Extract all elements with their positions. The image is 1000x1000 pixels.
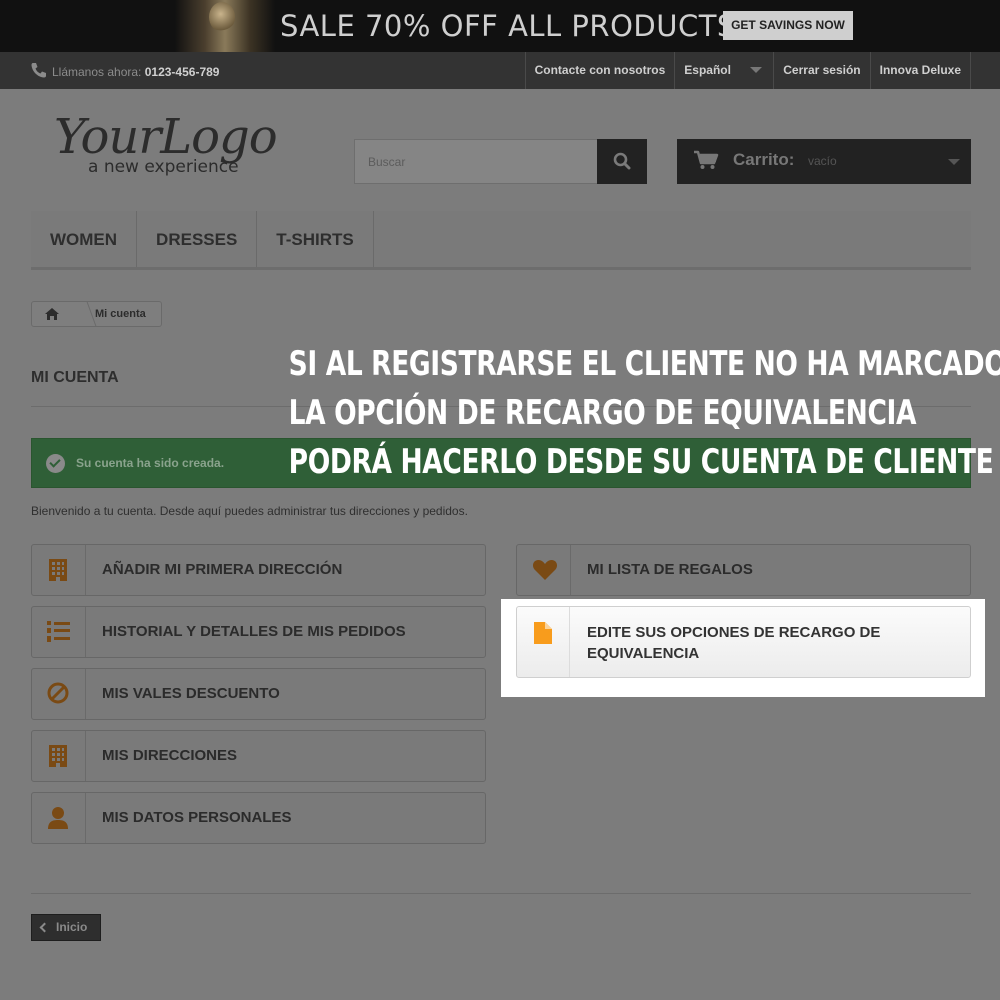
promo-text: SALE 70% OFF ALL PRODUCTS	[280, 9, 736, 43]
button-label: MIS DIRECCIONES	[102, 747, 238, 764]
phone-info: Llámanos ahora: 0123-456-789	[30, 61, 219, 81]
caption-line: SI AL REGISTRARSE EL CLIENTE NO HA MARCA…	[288, 344, 1000, 384]
chevron-left-icon	[39, 922, 50, 933]
vouchers-button[interactable]: MIS VALES DESCUENTO	[31, 668, 486, 720]
divider	[31, 893, 971, 894]
top-nav: Contacte con nosotros Español Cerrar ses…	[524, 52, 971, 89]
language-select[interactable]: Español	[674, 52, 773, 89]
list-ol-icon	[47, 621, 70, 642]
file-icon	[534, 622, 552, 644]
button-label: AÑADIR MI PRIMERA DIRECCIÓN	[102, 561, 343, 578]
search-button[interactable]	[597, 139, 647, 184]
menu-item-dresses[interactable]: DRESSES	[137, 211, 258, 267]
search-input[interactable]	[354, 139, 598, 184]
language-label: Español	[684, 63, 731, 77]
home-button[interactable]: Inicio	[31, 914, 101, 941]
promo-banner: SALE 70% OFF ALL PRODUCTS GET SAVINGS NO…	[0, 0, 1000, 52]
button-label: MIS VALES DESCUENTO	[102, 685, 280, 702]
caption-line: PODRÁ HACERLO DESDE SU CUENTA DE CLIENTE	[288, 442, 994, 482]
get-savings-button[interactable]: GET SAVINGS NOW	[723, 11, 853, 40]
phone-icon	[30, 61, 48, 79]
overlay-caption: SI AL REGISTRARSE EL CLIENTE NO HA MARCA…	[288, 340, 1000, 487]
site-logo[interactable]: YourLogo a new experience	[54, 109, 294, 179]
button-label: MIS DATOS PERSONALES	[102, 809, 292, 826]
cart-icon	[694, 150, 719, 169]
addresses-button[interactable]: MIS DIRECCIONES	[31, 730, 486, 782]
add-first-address-button[interactable]: AÑADIR MI PRIMERA DIRECCIÓN	[31, 544, 486, 596]
equivalence-surcharge-button[interactable]: EDITE SUS OPCIONES DE RECARGO DE EQUIVAL…	[516, 606, 971, 678]
logo-tagline: a new experience	[88, 157, 239, 177]
cart-dropdown[interactable]: Carrito: vacío	[677, 139, 971, 184]
home-icon[interactable]	[44, 307, 60, 321]
breadcrumb-current: Mi cuenta	[95, 308, 146, 320]
menu-item-tshirts[interactable]: T-SHIRTS	[257, 211, 374, 267]
main-menu: WOMEN DRESSES T-SHIRTS	[31, 211, 971, 270]
personal-info-button[interactable]: MIS DATOS PERSONALES	[31, 792, 486, 844]
user-icon	[48, 807, 68, 829]
logout-link[interactable]: Cerrar sesión	[773, 52, 869, 89]
welcome-text: Bienvenido a tu cuenta. Desde aquí puede…	[31, 504, 468, 518]
chevron-down-icon	[750, 67, 763, 73]
search-icon	[613, 152, 631, 170]
promo-model-photo	[175, 0, 275, 52]
check-circle-icon	[46, 454, 65, 473]
page-title: MI CUENTA	[31, 369, 119, 386]
wishlist-button[interactable]: MI LISTA DE REGALOS	[516, 544, 971, 596]
ban-icon	[47, 682, 69, 704]
building-icon	[49, 745, 67, 767]
page-content: YourLogo a new experience Carrito: vacío…	[0, 89, 1000, 1000]
menu-item-women[interactable]: WOMEN	[31, 211, 138, 267]
button-label: MI LISTA DE REGALOS	[587, 561, 753, 578]
phone-label: Llámanos ahora:	[52, 65, 142, 79]
top-bar: Llámanos ahora: 0123-456-789 Contacte co…	[0, 52, 1000, 89]
order-history-button[interactable]: HISTORIAL Y DETALLES DE MIS PEDIDOS	[31, 606, 486, 658]
button-label: HISTORIAL Y DETALLES DE MIS PEDIDOS	[102, 623, 406, 640]
chevron-down-icon	[948, 159, 960, 165]
breadcrumb: Mi cuenta	[31, 301, 162, 327]
button-label: EDITE SUS OPCIONES DE RECARGO DE EQUIVAL…	[587, 624, 881, 662]
heart-icon	[532, 560, 558, 580]
alert-message: Su cuenta ha sido creada.	[76, 456, 225, 470]
phone-number: 0123-456-789	[144, 65, 220, 79]
cart-label: Carrito:	[733, 150, 795, 169]
home-button-label: Inicio	[56, 920, 88, 934]
contact-link[interactable]: Contacte con nosotros	[524, 52, 675, 89]
caption-line: LA OPCIÓN DE RECARGO DE EQUIVALENCIA	[288, 393, 917, 433]
cart-state: vacío	[808, 154, 837, 168]
building-icon	[49, 559, 67, 581]
account-name-link[interactable]: Innova Deluxe	[869, 52, 971, 89]
